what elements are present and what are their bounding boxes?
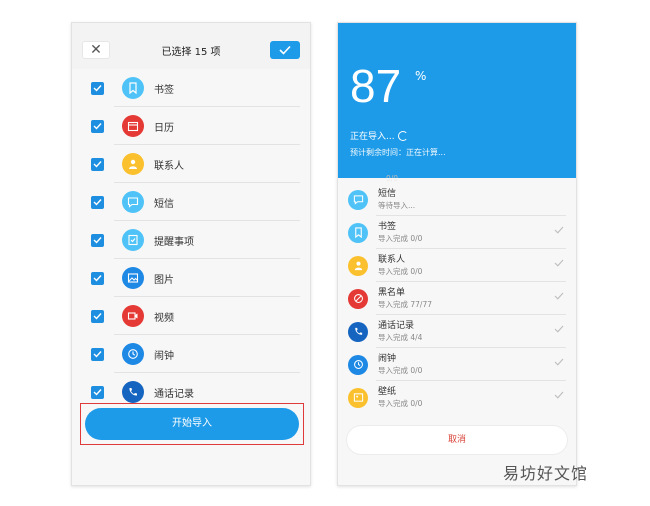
list-item-messages[interactable]: 短信: [72, 183, 310, 221]
checkbox[interactable]: [91, 81, 104, 95]
check-icon: [93, 85, 102, 92]
checkbox[interactable]: [91, 347, 104, 361]
top-bar: ✕ 已选择 15 项: [72, 23, 310, 69]
check-icon: [93, 313, 102, 320]
import-progress-screen: 87 % 正在导入... 预计剩余时间：正在计算... 0/0 短信 等待导入.…: [337, 22, 577, 486]
list-item-bookmark[interactable]: 书签: [72, 69, 310, 107]
item-label: 图片: [154, 274, 174, 286]
calendar-icon: [122, 115, 144, 137]
image-icon: [122, 267, 144, 289]
progress-percent: 87: [350, 60, 402, 112]
item-status: 导入完成 4/4: [378, 333, 423, 342]
check-icon: [279, 45, 291, 55]
item-status: 导入完成 0/0: [378, 267, 423, 276]
importing-text: 正在导入...: [350, 132, 395, 142]
watermark: 易坊好文馆: [503, 464, 589, 483]
item-name: 通话记录: [378, 321, 415, 331]
item-status: 导入完成 0/0: [378, 234, 423, 243]
import-item: 壁纸 导入完成 0/0: [338, 381, 576, 414]
cancel-button[interactable]: 取消: [346, 425, 568, 455]
checkbox[interactable]: [91, 119, 104, 133]
check-icon: [554, 292, 564, 300]
message-icon: [348, 189, 368, 210]
eta-text: 预计剩余时间：正在计算...: [350, 148, 446, 157]
block-icon: [348, 288, 368, 309]
item-status: 导入完成 0/0: [378, 399, 423, 408]
checkbox[interactable]: [91, 271, 104, 285]
check-icon: [93, 199, 102, 206]
check-icon: [93, 161, 102, 168]
message-icon: [122, 191, 144, 213]
item-label: 书签: [154, 84, 174, 96]
item-label: 日历: [154, 122, 174, 134]
import-item: 通话记录 导入完成 4/4: [338, 315, 576, 348]
check-icon: [554, 358, 564, 366]
checkbox[interactable]: [91, 157, 104, 171]
alarm-icon: [122, 343, 144, 365]
check-icon: [93, 237, 102, 244]
item-status: 导入完成 0/0: [378, 366, 423, 375]
checkbox[interactable]: [91, 233, 104, 247]
call-log-icon: [348, 321, 368, 342]
check-icon: [93, 389, 102, 396]
percent-sign: %: [415, 69, 427, 83]
list-item-images[interactable]: 图片: [72, 259, 310, 297]
call-log-icon: [122, 381, 144, 403]
checkbox[interactable]: [91, 385, 104, 399]
import-item: 联系人 导入完成 0/0: [338, 249, 576, 282]
item-label: 联系人: [154, 160, 184, 172]
check-icon: [554, 259, 564, 267]
spinner-icon: [397, 130, 408, 141]
list-item-videos[interactable]: 视频: [72, 297, 310, 335]
importing-status: 正在导入...: [350, 129, 408, 142]
item-name: 闹钟: [378, 354, 397, 364]
item-name: 短信: [378, 189, 397, 199]
item-label: 短信: [154, 198, 174, 210]
bookmark-icon: [348, 222, 368, 243]
import-list: 短信 等待导入... 书签 导入完成 0/0 联系人 导入完成 0/0 黑名单 …: [338, 183, 576, 414]
item-status: 导入完成 77/77: [378, 300, 432, 309]
item-label: 通话记录: [154, 388, 194, 400]
item-name: 联系人: [378, 255, 406, 265]
import-item: 书签 导入完成 0/0: [338, 216, 576, 249]
import-item: 黑名单 导入完成 77/77: [338, 282, 576, 315]
list-item-alarm[interactable]: 闹钟: [72, 335, 310, 373]
list-item-reminders[interactable]: 提醒事项: [72, 221, 310, 259]
checkbox[interactable]: [91, 195, 104, 209]
data-type-list: 书签 日历 联系人 短信 提醒事项 图片 视频 闹钟 通话记录: [72, 69, 310, 411]
import-item: 闹钟 导入完成 0/0: [338, 348, 576, 381]
check-icon: [93, 351, 102, 358]
selection-screen: ✕ 已选择 15 项 书签 日历 联系人 短信 提醒事项 图片 视频 闹钟 通话…: [71, 22, 311, 486]
contact-icon: [122, 153, 144, 175]
progress-header: 87 % 正在导入... 预计剩余时间：正在计算...: [338, 23, 576, 178]
confirm-button[interactable]: [270, 41, 300, 59]
start-import-button[interactable]: 开始导入: [85, 408, 299, 440]
item-name: 黑名单: [378, 288, 406, 298]
contact-icon: [348, 255, 368, 276]
checkbox[interactable]: [91, 309, 104, 323]
check-icon: [93, 275, 102, 282]
item-label: 闹钟: [154, 350, 174, 362]
item-label: 提醒事项: [154, 236, 194, 248]
item-status: 等待导入...: [378, 201, 416, 210]
list-item-calendar[interactable]: 日历: [72, 107, 310, 145]
item-name: 书签: [378, 222, 397, 232]
bookmark-icon: [122, 77, 144, 99]
check-icon: [554, 391, 564, 399]
start-button-highlight: 开始导入: [80, 403, 304, 445]
item-name: 壁纸: [378, 387, 397, 397]
check-icon: [554, 226, 564, 234]
check-icon: [554, 325, 564, 333]
reminder-icon: [122, 229, 144, 251]
wallpaper-icon: [348, 387, 368, 408]
list-item-contacts[interactable]: 联系人: [72, 145, 310, 183]
video-icon: [122, 305, 144, 327]
item-label: 视频: [154, 312, 174, 324]
check-icon: [93, 123, 102, 130]
list-fade: [338, 178, 576, 188]
alarm-icon: [348, 354, 368, 375]
